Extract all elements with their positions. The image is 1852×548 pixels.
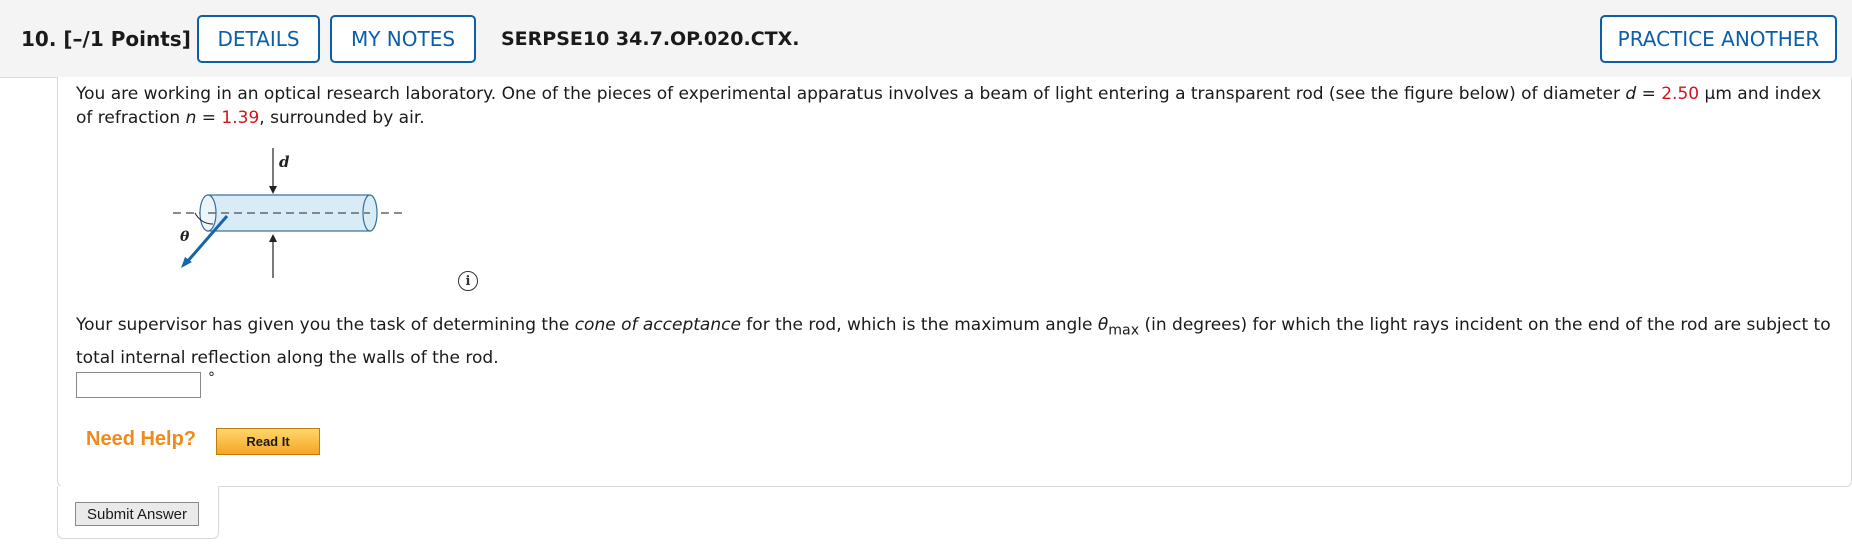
my-notes-button[interactable]: MY NOTES (330, 15, 476, 63)
need-help-label: Need Help? (86, 428, 197, 450)
diameter-value: 2.50 (1661, 84, 1700, 104)
practice-another-button[interactable]: PRACTICE ANOTHER (1600, 15, 1837, 63)
question-code: SERPSE10 34.7.OP.020.CTX. (501, 28, 800, 50)
read-it-button[interactable]: Read It (216, 428, 320, 455)
problem-statement: You are working in an optical research l… (76, 84, 1822, 128)
details-button[interactable]: DETAILS (197, 15, 320, 63)
question-number: 10. [–/1 Points] (21, 27, 191, 51)
index-value: 1.39 (221, 108, 260, 128)
degree-unit: ° (208, 370, 215, 386)
rod-figure: d θ (173, 148, 405, 278)
task-statement: Your supervisor has given you the task o… (76, 315, 1831, 369)
label-theta: θ (180, 229, 190, 245)
points-label: [–/1 Points] (63, 27, 191, 51)
answer-input[interactable] (76, 372, 201, 398)
info-icon[interactable]: i (458, 271, 478, 291)
label-d: d (279, 153, 290, 171)
question-header: 10. [–/1 Points] DETAILS MY NOTES SERPSE… (0, 0, 1852, 78)
submit-answer-button[interactable]: Submit Answer (75, 502, 199, 526)
